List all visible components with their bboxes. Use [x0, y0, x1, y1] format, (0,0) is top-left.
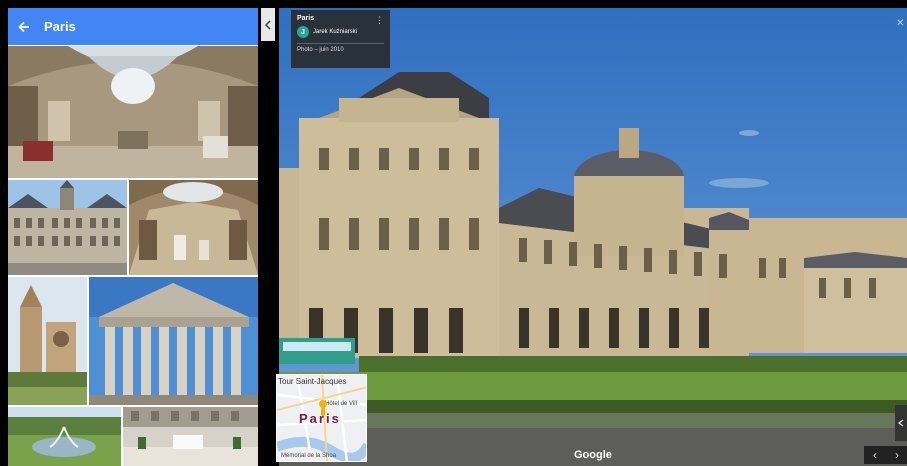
photo-date: Photo – juin 2010 [297, 47, 344, 53]
gallery-photo-6[interactable] [8, 407, 121, 466]
gallery-header: Paris [8, 8, 258, 45]
close-icon: ✕ [896, 18, 905, 29]
chevron-left-icon [898, 419, 904, 427]
gallery-photo-2[interactable] [8, 180, 127, 275]
minimap[interactable]: Tour Saint-Jacques Hôtel de Vill Paris M… [276, 374, 367, 462]
arrow-left-icon [18, 21, 29, 32]
map-label-place: Hôtel de Vill [325, 401, 357, 407]
photo-gallery-panel: Paris [8, 8, 258, 466]
chevron-right-icon: › [895, 448, 899, 462]
collapse-panel-button[interactable] [261, 8, 275, 41]
street-view-app: Paris Paris ⋮ J Jarek Kuźniarski Photo –… [0, 0, 907, 466]
avatar: J [297, 26, 309, 38]
author-row[interactable]: J Jarek Kuźniarski [297, 26, 384, 38]
gallery-photo-1[interactable] [8, 46, 258, 178]
chevron-left-icon: ‹ [873, 448, 877, 462]
more-vert-icon[interactable]: ⋮ [375, 15, 384, 26]
gallery-title: Paris [44, 19, 76, 34]
back-button[interactable] [8, 8, 40, 45]
map-city-label: Paris [299, 411, 341, 426]
google-logo: Google [574, 449, 612, 461]
map-label-top: Tour Saint-Jacques [278, 377, 347, 386]
gallery-photo-4[interactable] [8, 277, 87, 405]
panorama-image [279, 8, 907, 466]
gallery-photo-7[interactable] [123, 407, 258, 466]
photo-info-card: Paris ⋮ J Jarek Kuźniarski Photo – juin … [291, 10, 390, 68]
author-name: Jarek Kuźniarski [313, 29, 358, 35]
chevron-left-icon [264, 19, 271, 30]
close-button[interactable]: ✕ [896, 18, 904, 29]
next-photo-button[interactable]: › [886, 446, 907, 464]
gallery-photo-3[interactable] [129, 180, 258, 275]
info-title: Paris [297, 15, 315, 22]
map-label-bottom: Mémorial de la Shoa [281, 453, 337, 459]
street-view-panorama[interactable] [279, 8, 907, 466]
gallery-photo-5[interactable] [89, 277, 258, 405]
info-divider [297, 43, 384, 44]
prev-photo-button[interactable]: ‹ [864, 446, 886, 464]
expand-side-tab[interactable] [895, 405, 907, 441]
